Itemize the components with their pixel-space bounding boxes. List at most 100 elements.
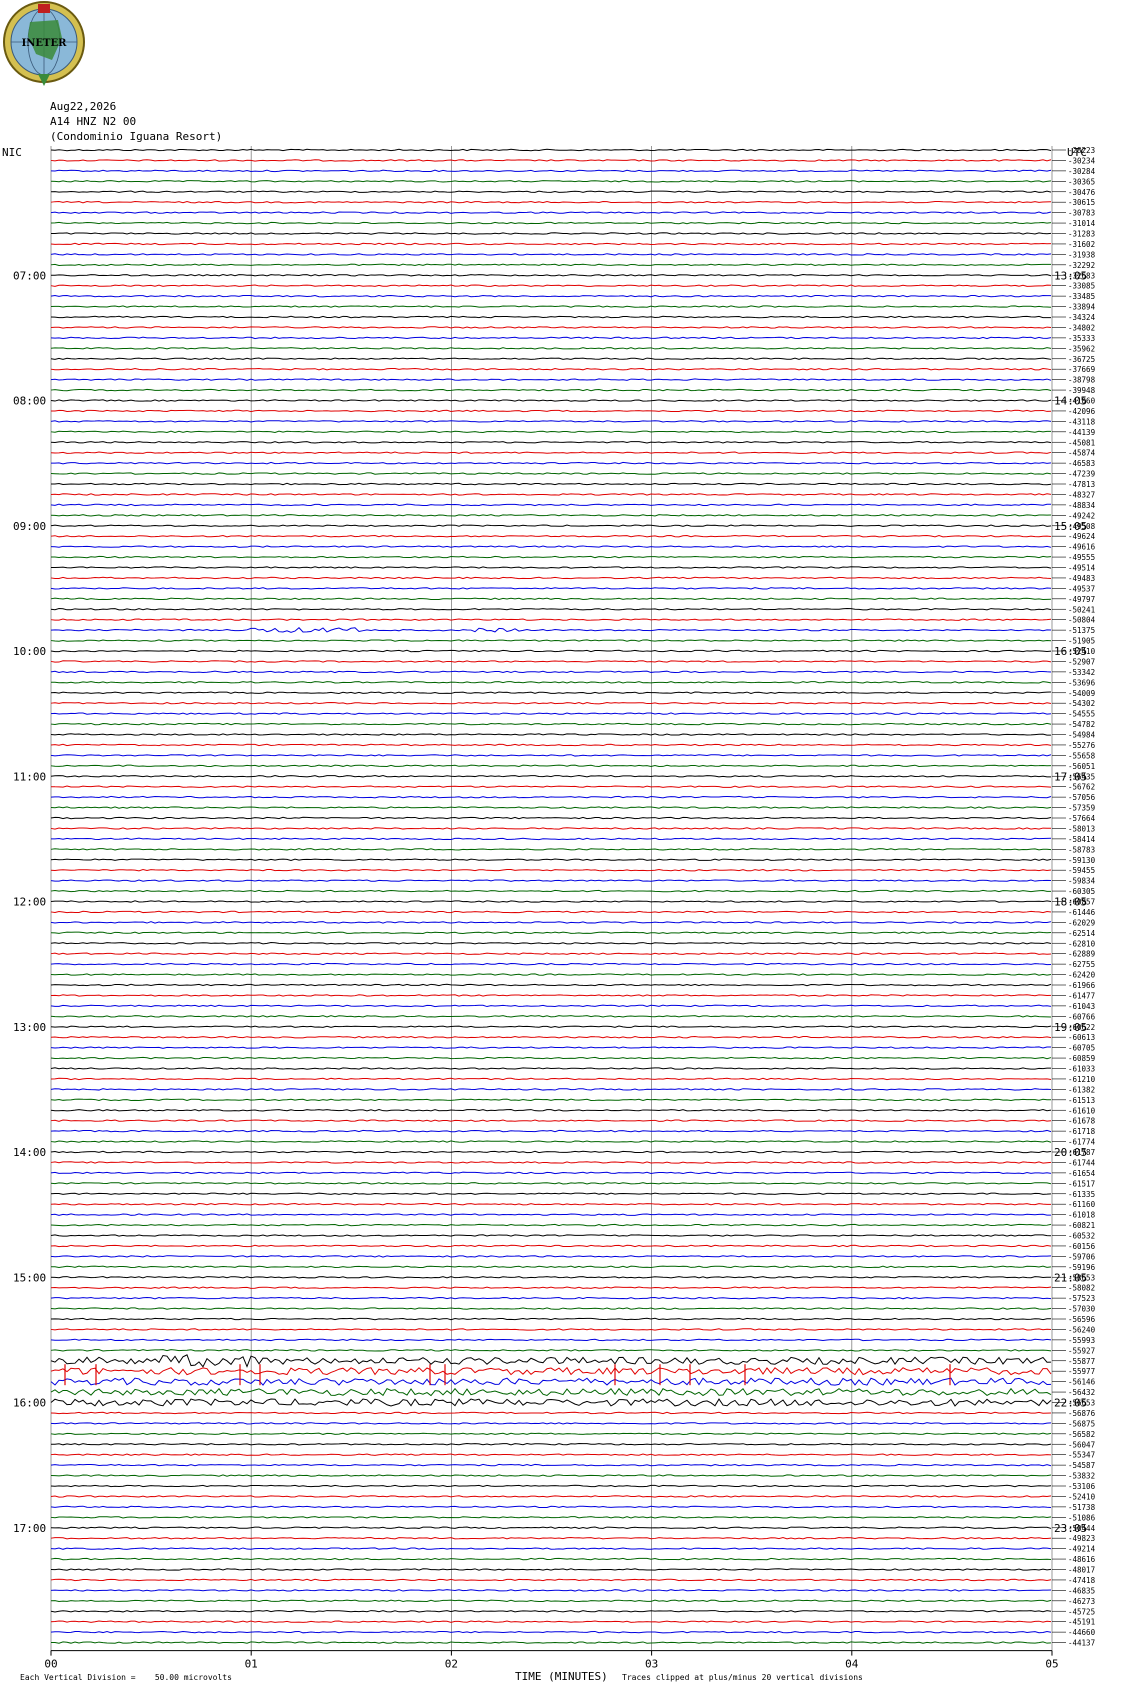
seismic-trace: [50, 1620, 1052, 1623]
seismic-trace: [50, 357, 1052, 360]
seismic-trace: [50, 1213, 1052, 1216]
seismic-trace: [50, 962, 1052, 966]
right-time-label: 19:05: [1054, 1021, 1087, 1034]
trace-offset-label: -54555: [1068, 710, 1095, 719]
seismic-trace: [50, 430, 1052, 434]
trace-offset-label: -55347: [1068, 1451, 1095, 1460]
trace-offset-label: -54587: [1068, 1461, 1095, 1470]
trace-offset-label: -47418: [1068, 1576, 1096, 1585]
trace-offset-label: -42096: [1068, 407, 1096, 416]
seismic-trace: [50, 1610, 1052, 1613]
trace-offset-label: -49555: [1068, 553, 1095, 562]
seismic-trace: [50, 1377, 1052, 1386]
seismic-trace: [50, 973, 1052, 976]
x-tick-label: 05: [1045, 1658, 1058, 1671]
trace-offset-label: -45081: [1068, 438, 1095, 447]
seismic-trace: [50, 1366, 1052, 1376]
seismic-trace: [50, 764, 1052, 768]
seismic-trace: [50, 775, 1052, 778]
seismic-trace: [50, 232, 1052, 235]
seismic-trace: [50, 576, 1052, 580]
seismic-trace: [50, 336, 1052, 340]
trace-offset-label: -53342: [1068, 668, 1095, 677]
trace-offset-label: -58783: [1068, 845, 1095, 854]
trace-offset-label: -59706: [1068, 1252, 1096, 1261]
trace-offset-label: -44660: [1068, 1628, 1096, 1637]
trace-offset-label: -31938: [1068, 250, 1096, 259]
seismic-trace: [50, 1098, 1052, 1102]
seismic-trace: [50, 1536, 1052, 1540]
seismic-trace: [50, 754, 1052, 757]
trace-offset-label: -48017: [1068, 1566, 1095, 1575]
trace-offset-label: -30476: [1068, 188, 1096, 197]
trace-offset-label: -56582: [1068, 1430, 1095, 1439]
seismic-trace: [50, 263, 1052, 267]
seismic-trace: [50, 305, 1052, 308]
seismic-trace: [50, 743, 1052, 747]
seismic-trace: [50, 242, 1052, 246]
seismic-trace: [50, 253, 1052, 256]
seismic-trace: [50, 1589, 1052, 1592]
trace-offset-label: -31602: [1068, 240, 1095, 249]
trace-offset-label: -49797: [1068, 595, 1095, 604]
seismic-trace: [50, 534, 1052, 538]
seismic-trace: [50, 461, 1052, 465]
trace-offset-label: -58082: [1068, 1284, 1095, 1293]
seismic-trace: [50, 649, 1052, 653]
seismic-trace: [50, 837, 1052, 841]
seismic-trace: [50, 409, 1052, 413]
clip-note: Traces clipped at plus/minus 20 vertical…: [622, 1673, 863, 1682]
trace-offset-label: -51375: [1068, 626, 1095, 635]
seismic-trace: [50, 1387, 1052, 1397]
seismic-trace: [50, 627, 1052, 633]
seismic-trace: [50, 148, 1052, 152]
trace-offset-label: -62755: [1068, 960, 1095, 969]
trace-offset-label: -53696: [1068, 678, 1096, 687]
right-time-label: 17:05: [1054, 770, 1087, 783]
seismic-trace: [50, 1015, 1052, 1018]
seismic-trace: [50, 608, 1052, 611]
trace-offset-label: -46273: [1068, 1597, 1095, 1606]
trace-offset-label: -30365: [1068, 177, 1095, 186]
seismic-trace: [50, 983, 1052, 987]
trace-offset-label: -54782: [1068, 720, 1095, 729]
seismic-trace: [50, 1463, 1052, 1467]
seismic-trace: [50, 910, 1052, 914]
seismic-trace: [50, 1129, 1052, 1133]
trace-offset-label: -30783: [1068, 209, 1095, 218]
seismic-trace: [50, 274, 1052, 277]
trace-offset-label: -61966: [1068, 981, 1096, 990]
trace-offset-label: -61043: [1068, 1002, 1095, 1011]
right-time-label: 16:05: [1054, 645, 1087, 658]
trace-offset-label: -45874: [1068, 449, 1096, 458]
seismic-trace: [50, 1526, 1052, 1529]
helicorder-plot: 00 01 02 03 04 05-28223-30234-30284-30365-304…: [2, 146, 1096, 1683]
trace-offset-label: -62810: [1068, 939, 1096, 948]
trace-offset-label: -61335: [1068, 1190, 1095, 1199]
trace-offset-label: -35333: [1068, 334, 1095, 343]
seismic-trace: [50, 1484, 1052, 1488]
seismic-trace: [50, 482, 1052, 486]
label-group: 00 01 02 03 04 05-28223-30234-30284-30365-304…: [13, 146, 1096, 1671]
trace-offset-label: -50241: [1068, 605, 1095, 614]
seismic-trace: [50, 858, 1052, 861]
seismic-trace: [50, 1432, 1052, 1436]
trace-offset-label: -33894: [1068, 303, 1096, 312]
right-time-label: 22:05: [1054, 1397, 1087, 1410]
seismic-trace: [50, 159, 1052, 162]
left-time-label: 07:00: [13, 269, 46, 282]
seismic-trace: [50, 200, 1052, 204]
seismic-trace: [50, 879, 1052, 882]
seismic-trace: [50, 420, 1052, 423]
seismic-trace: [50, 1035, 1052, 1039]
right-timezone-label: UTC: [1067, 146, 1087, 159]
seismic-trace: [51, 555, 1052, 559]
seismic-trace: [50, 315, 1052, 319]
seismic-trace: [50, 472, 1052, 475]
trace-offset-label: -49616: [1068, 543, 1096, 552]
seismic-trace: [50, 1119, 1052, 1122]
trace-offset-label: -58414: [1068, 835, 1096, 844]
trace-offset-label: -46583: [1068, 459, 1095, 468]
trace-offset-label: -57030: [1068, 1305, 1096, 1314]
trace-offset-label: -57664: [1068, 814, 1096, 823]
